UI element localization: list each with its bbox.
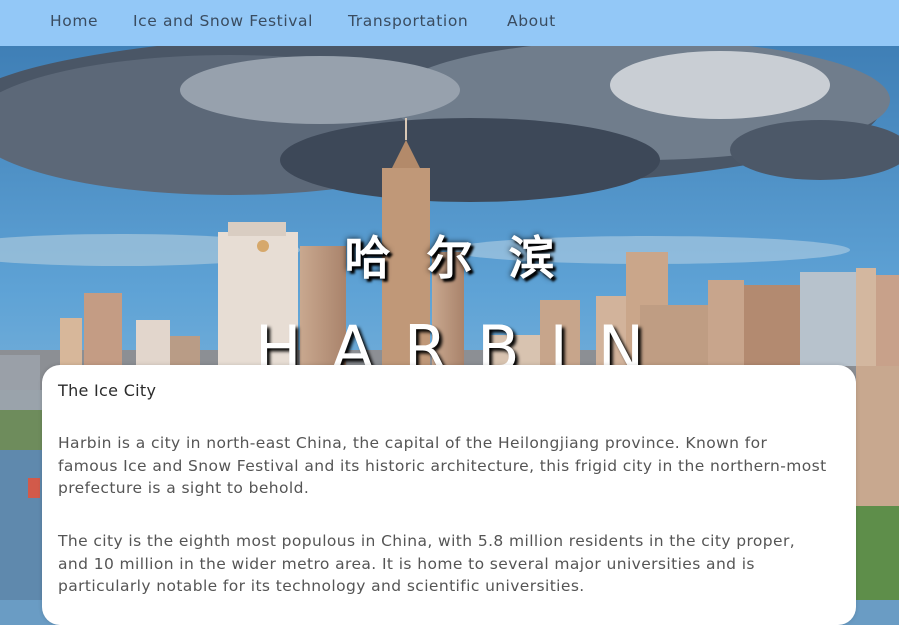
card-paragraph-1: Harbin is a city in north-east China, th… [58, 434, 827, 497]
nav-transportation-link[interactable]: Transportation [348, 12, 468, 30]
nav-ice-snow-festival-link[interactable]: Ice and Snow Festival [133, 12, 313, 30]
city-name-chinese: 哈尔滨 [344, 231, 591, 285]
intro-card: The Ice City Harbin is a city in north-e… [42, 365, 856, 625]
card-paragraph-2: The city is the eighth most populous in … [58, 532, 796, 595]
card-heading: The Ice City [58, 381, 157, 400]
nav-home-link[interactable]: Home [50, 12, 98, 30]
top-navbar: Home Ice and Snow Festival Transportatio… [0, 0, 899, 46]
nav-about-link[interactable]: About [507, 12, 556, 30]
